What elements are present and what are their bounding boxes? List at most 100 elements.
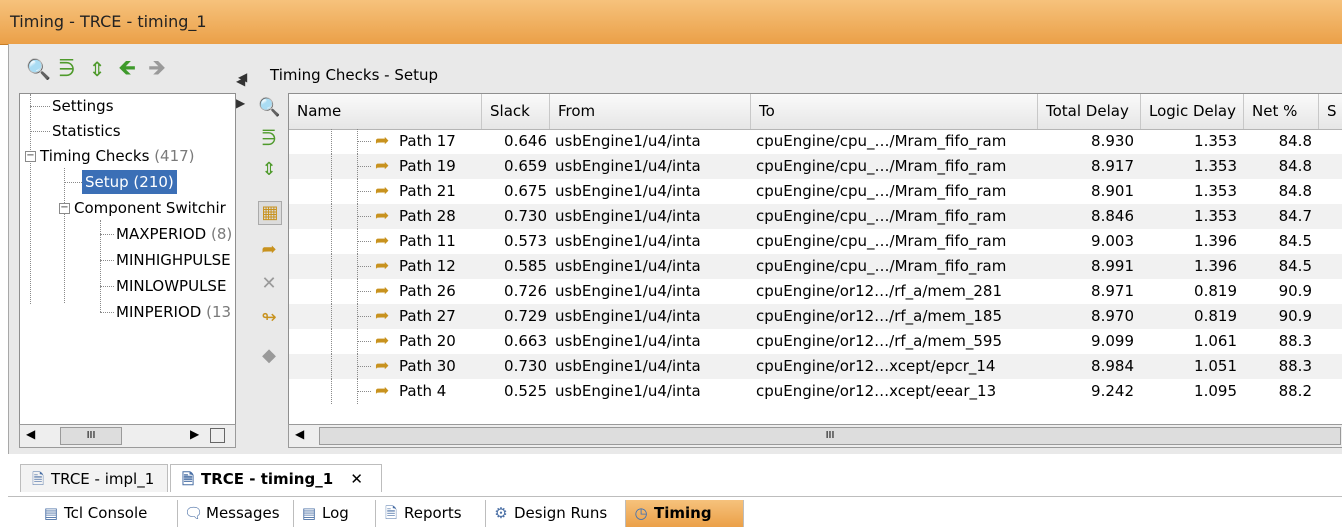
tree-item-setup[interactable]: Setup (210) xyxy=(82,170,177,194)
collapse-toggle-icon[interactable]: − xyxy=(25,151,36,162)
column-header-name[interactable]: Name xyxy=(289,94,482,129)
tab-reports[interactable]: 🗎 Reports xyxy=(376,500,486,527)
cell-total: 8.971 xyxy=(1091,282,1134,300)
column-header-from[interactable]: From xyxy=(550,94,751,129)
cell-net: 84.5 xyxy=(1278,257,1312,275)
column-header-logic-delay[interactable]: Logic Delay xyxy=(1141,94,1244,129)
table-row[interactable]: ➦ Path 27 0.729 usbEngine1/u4/inta cpuEngine… xyxy=(289,304,1342,329)
path-icon: ➦ xyxy=(375,231,390,251)
cell-slack: 0.730 xyxy=(504,357,547,375)
tree-connector xyxy=(331,329,332,354)
cell-total: 8.917 xyxy=(1091,157,1134,175)
close-icon[interactable]: ✕ xyxy=(350,470,363,488)
tree-horizontal-scrollbar[interactable]: ◀ III ▶ xyxy=(19,424,236,448)
scroll-right-icon[interactable]: ▶ xyxy=(190,427,199,441)
path-icon: ➦ xyxy=(375,356,390,376)
cell-name: Path 19 xyxy=(399,157,456,175)
cell-to: cpuEngine/cpu_…/Mram_fifo_ram xyxy=(756,157,1007,175)
column-header-total-delay[interactable]: Total Delay xyxy=(1038,94,1141,129)
table-row[interactable]: ➦ Path 11 0.573 usbEngine1/u4/inta cpuEngine… xyxy=(289,229,1342,254)
tree-item-maxperiod[interactable]: MAXPERIOD (8) xyxy=(116,222,232,246)
cell-from: usbEngine1/u4/inta xyxy=(555,357,701,375)
collapse-all-icon[interactable]: ⇕ xyxy=(86,58,108,80)
table-row[interactable]: ➦ Path 26 0.726 usbEngine1/u4/inta cpuEngine… xyxy=(289,279,1342,304)
table-row[interactable]: ➦ Path 17 0.646 usbEngine1/u4/inta cpuEngine… xyxy=(289,129,1342,154)
table-row[interactable]: ➦ Path 20 0.663 usbEngine1/u4/inta cpuEngine… xyxy=(289,329,1342,354)
forward-icon[interactable]: 🡺 xyxy=(146,58,168,80)
column-header-slack[interactable]: Slack xyxy=(482,94,550,129)
window-titlebar: Timing - TRCE - timing_1 xyxy=(0,0,1342,45)
tree-item-settings[interactable]: Settings xyxy=(52,94,114,118)
cell-name: Path 12 xyxy=(399,257,456,275)
message-icon: 🗨 xyxy=(184,504,204,522)
cell-from: usbEngine1/u4/inta xyxy=(555,382,701,400)
table-row[interactable]: ➦ Path 19 0.659 usbEngine1/u4/inta cpuEngine… xyxy=(289,154,1342,179)
tree-connector xyxy=(357,191,371,192)
resize-corner-icon[interactable] xyxy=(210,428,225,443)
column-header-to[interactable]: To xyxy=(751,94,1038,129)
column-header-net-pct[interactable]: Net % xyxy=(1244,94,1319,129)
cell-total: 9.099 xyxy=(1091,332,1134,350)
tree-connector xyxy=(331,229,332,254)
tree-connector xyxy=(100,260,114,261)
tree-connector xyxy=(357,216,371,217)
table-row[interactable]: ➦ Path 30 0.730 usbEngine1/u4/inta cpuEngine… xyxy=(289,354,1342,379)
cell-net: 90.9 xyxy=(1278,282,1312,300)
back-icon[interactable]: 🡸 xyxy=(116,58,138,80)
tree-item-statistics[interactable]: Statistics xyxy=(52,119,121,143)
table-row[interactable]: ➦ Path 4 0.525 usbEngine1/u4/inta cpuEngine/… xyxy=(289,379,1342,404)
scroll-thumb[interactable]: III xyxy=(60,427,122,445)
tree-item-minperiod[interactable]: MINPERIOD (13 xyxy=(116,300,231,324)
table-horizontal-scrollbar[interactable]: ◀ III xyxy=(288,424,1342,448)
scroll-left-icon[interactable]: ◀ xyxy=(26,427,35,441)
tab-design-runs[interactable]: ⚙ Design Runs xyxy=(486,500,626,527)
column-header-extra[interactable]: S xyxy=(1319,94,1342,129)
tab-log[interactable]: ▤ Log xyxy=(294,500,376,527)
cell-from: usbEngine1/u4/inta xyxy=(555,207,701,225)
group-by-icon[interactable]: ▦ xyxy=(258,201,282,225)
expand-all-icon[interactable]: ⋽ xyxy=(56,58,78,80)
table-row[interactable]: ➦ Path 28 0.730 usbEngine1/u4/inta cpuEngine… xyxy=(289,204,1342,229)
path-icon: ➦ xyxy=(375,181,390,201)
tab-tcl-console[interactable]: ▤ Tcl Console xyxy=(36,500,178,527)
table-row[interactable]: ➦ Path 12 0.585 usbEngine1/u4/inta cpuEngine… xyxy=(289,254,1342,279)
collapse-all-icon[interactable]: ⇕ xyxy=(258,159,280,181)
collapse-toggle-icon[interactable]: − xyxy=(59,203,70,214)
bottom-tool-tabs: ▤ Tcl Console 🗨 Messages ▤ Log 🗎 Reports ⚙ De… xyxy=(0,500,1342,527)
document-icon: 🗎 xyxy=(31,470,45,488)
cell-name: Path 20 xyxy=(399,332,456,350)
tree-connector xyxy=(357,391,371,392)
cell-net: 84.5 xyxy=(1278,232,1312,250)
cell-from: usbEngine1/u4/inta xyxy=(555,132,701,150)
tab-trce-impl[interactable]: 🗎 TRCE - impl_1 xyxy=(20,464,168,492)
delete-icon[interactable]: ✕ xyxy=(258,273,280,295)
tree-item-minhighpulse[interactable]: MINHIGHPULSE xyxy=(116,248,231,272)
tree-connector xyxy=(357,316,371,317)
scroll-left-icon[interactable]: ◀ xyxy=(295,427,304,441)
tree-connector xyxy=(331,179,332,204)
tab-messages[interactable]: 🗨 Messages xyxy=(178,500,294,527)
tab-timing[interactable]: ◷ Timing xyxy=(626,500,744,527)
search-icon[interactable]: 🔍 xyxy=(26,58,51,80)
scroll-thumb[interactable]: III xyxy=(319,427,1341,445)
tree-item-minlowpulse[interactable]: MINLOWPULSE xyxy=(116,274,226,298)
cell-to: cpuEngine/or12…/rf_a/mem_281 xyxy=(756,282,1002,300)
path-icon: ➦ xyxy=(375,206,390,226)
tab-trce-timing[interactable]: 🗎 TRCE - timing_1 ✕ xyxy=(170,464,382,492)
search-icon[interactable]: 🔍 xyxy=(258,97,280,119)
cell-slack: 0.663 xyxy=(504,332,547,350)
tree-connector xyxy=(331,154,332,179)
schematic-icon[interactable]: ↬ xyxy=(258,307,280,329)
cell-logic: 0.819 xyxy=(1194,282,1237,300)
tree-scroll-right-icon[interactable]: ▶ xyxy=(236,96,245,110)
table-row[interactable]: ➦ Path 21 0.675 usbEngine1/u4/inta cpuEngine… xyxy=(289,179,1342,204)
expand-all-icon[interactable]: ⋽ xyxy=(258,129,280,151)
collapse-left-panel-icon[interactable]: ◀ xyxy=(238,70,247,84)
diamond-icon[interactable]: ◆ xyxy=(258,345,280,367)
cell-slack: 0.659 xyxy=(504,157,547,175)
cell-to: cpuEngine/or12…/rf_a/mem_185 xyxy=(756,307,1002,325)
tree-item-timing-checks[interactable]: Timing Checks (417) xyxy=(40,144,195,168)
select-path-icon[interactable]: ➦ xyxy=(258,239,280,261)
tree-item-component-switching[interactable]: Component Switchir xyxy=(74,196,226,220)
tree-connector xyxy=(331,129,332,154)
